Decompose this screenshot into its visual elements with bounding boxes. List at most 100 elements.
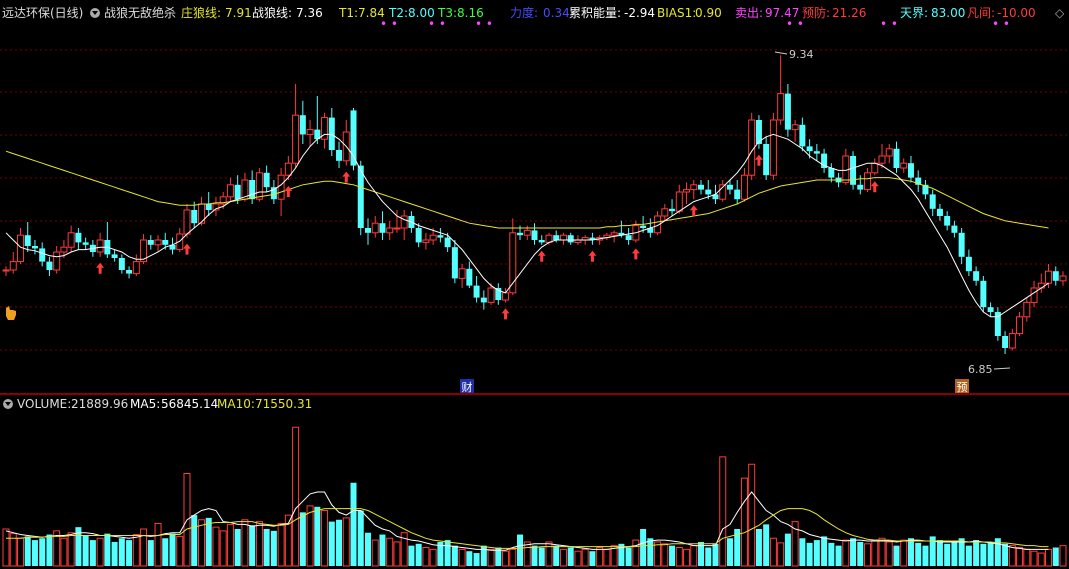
candle-body-up — [429, 234, 437, 241]
volume-bar-up — [596, 547, 604, 567]
yu-marker[interactable]: 预 — [957, 381, 968, 394]
candle-body-down — [669, 208, 676, 212]
candle-body-up — [885, 148, 893, 157]
volume-bar-up — [60, 537, 68, 567]
volume-bar-down — [336, 519, 343, 566]
volume-dropdown-icon[interactable] — [3, 399, 13, 409]
volume-bar-down — [1002, 543, 1009, 566]
candle-body-down — [640, 225, 647, 228]
volume-bar-down — [965, 545, 972, 566]
volume-bar-down — [169, 533, 176, 566]
buy-arrow-icon — [754, 154, 763, 166]
candle-body-up — [777, 93, 785, 121]
volume-bar-up — [255, 521, 263, 567]
candle-body-down — [364, 228, 371, 233]
volume-bar-up — [581, 548, 589, 567]
volume-bar-down — [234, 529, 241, 566]
volume-bar-down — [821, 536, 828, 566]
volume-bar-up — [769, 537, 777, 567]
candle-body-up — [277, 174, 285, 200]
candle-body-down — [147, 240, 154, 245]
volume-header: VOLUME: 21889.96 MA5: 56845.14 MA10: 715… — [0, 396, 1069, 414]
candle-body-down — [451, 247, 458, 279]
volume-bar-down — [444, 540, 451, 566]
volume-bar-up — [603, 548, 611, 567]
candle-body-down — [698, 184, 705, 190]
buy-arrow-icon — [537, 250, 546, 262]
volume-bar-down — [799, 538, 806, 566]
candle-body-up — [878, 155, 886, 164]
volume-bar-down — [755, 529, 762, 566]
volume-bar-down — [640, 529, 647, 566]
volume-bar-down — [567, 547, 574, 566]
volume-bar-down — [249, 525, 256, 566]
volume-bar-up — [67, 532, 75, 567]
candle-body-up — [864, 172, 872, 191]
buy-arrow-icon — [689, 205, 698, 217]
volume-bar-up — [871, 539, 879, 567]
candle-body-down — [784, 93, 791, 130]
volume-bar-up — [212, 526, 220, 567]
candle-body-down — [336, 150, 343, 161]
volume-bar-down — [46, 534, 53, 566]
candle-body-up — [284, 162, 292, 176]
candles-group[interactable] — [2, 55, 1067, 354]
candle-body-up — [60, 246, 68, 253]
candle-body-down — [415, 228, 422, 243]
high-pointer-line — [774, 51, 788, 55]
buy-arrow-icon — [501, 308, 510, 320]
volume-bar-up — [386, 537, 394, 567]
candle-body-down — [466, 268, 473, 286]
candle-body-down — [893, 148, 900, 168]
ma-yellow-line — [5, 150, 1049, 229]
candle-body-down — [444, 237, 451, 248]
ma-white-line — [5, 133, 1049, 318]
candle-body-up — [386, 227, 394, 234]
volume-bar-down — [726, 538, 733, 566]
candle-body-up — [690, 184, 698, 191]
volume-bar-up — [842, 539, 850, 567]
volume-bar-down — [350, 482, 357, 566]
candle-body-up — [292, 114, 300, 164]
volume-bar-down — [104, 533, 111, 566]
high-price-label: 9.34 — [789, 48, 814, 61]
candle-body-down — [299, 115, 306, 135]
volume-bar-up — [740, 477, 748, 567]
buy-arrows-group — [96, 154, 879, 320]
candle-body-down — [929, 194, 936, 209]
volume-bar-up — [219, 530, 227, 567]
volume-bar-down — [980, 543, 987, 566]
volume-bar-down — [936, 540, 943, 566]
volume-bar-down — [647, 538, 654, 566]
volume-bar-down — [850, 538, 857, 566]
volume-bar-up — [683, 548, 691, 567]
candle-body-up — [1037, 282, 1045, 289]
volume-bars-group[interactable] — [2, 426, 1067, 567]
volume-bar-down — [813, 540, 820, 566]
volume-bar-down — [625, 547, 632, 566]
candle-body-down — [531, 230, 538, 240]
candle-body-down — [806, 146, 813, 152]
volume-bar-down — [480, 545, 487, 566]
candle-body-up — [67, 232, 75, 248]
kline-chart-svg[interactable]: 9.34 6.85 财 预 — [0, 0, 1069, 569]
candle-body-up — [675, 191, 683, 212]
volume-bar-down — [39, 538, 46, 566]
volume-bar-up — [574, 550, 582, 567]
volume-bar-down — [828, 542, 835, 566]
volume-bar-up — [1016, 547, 1024, 567]
volume-bar-down — [806, 542, 813, 566]
volume-bar-up — [523, 541, 531, 567]
candle-body-down — [495, 288, 502, 300]
cai-marker[interactable]: 财 — [462, 380, 473, 394]
candle-body-down — [567, 235, 574, 243]
volume-bar-down — [784, 533, 791, 566]
volume-bar-up — [241, 519, 249, 567]
volume-bar-up — [422, 547, 430, 567]
volume-bar-down — [705, 547, 712, 566]
volume-bar-up — [719, 456, 727, 567]
price-grid — [0, 49, 1069, 351]
candle-body-down — [39, 248, 46, 262]
volume-bar-down — [162, 538, 169, 566]
volume-bar-up — [1008, 545, 1016, 567]
